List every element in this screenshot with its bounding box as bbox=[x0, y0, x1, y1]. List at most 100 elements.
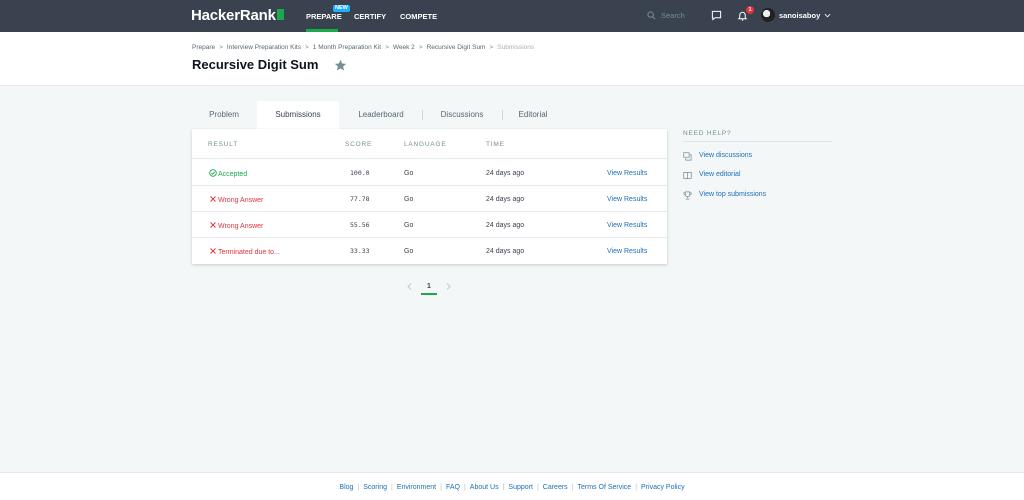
search-input[interactable]: Search bbox=[647, 10, 707, 22]
breadcrumb-current: Submissions bbox=[497, 44, 535, 51]
help-divider bbox=[683, 141, 832, 142]
tab-leaderboard[interactable]: Leaderboard bbox=[340, 101, 422, 129]
nav-compete[interactable]: COMPETE bbox=[400, 12, 437, 21]
header-result: RESULT bbox=[208, 141, 238, 148]
footer-link-faq[interactable]: FAQ bbox=[446, 484, 460, 491]
breadcrumb-separator-icon: > bbox=[418, 44, 423, 51]
view-results-link[interactable]: View Results bbox=[607, 221, 647, 230]
view-results-link[interactable]: View Results bbox=[607, 247, 647, 256]
nav-prepare[interactable]: PREPARE bbox=[306, 12, 342, 21]
check-circle-icon bbox=[209, 169, 217, 177]
result-text: Terminated due to... bbox=[218, 249, 280, 256]
time-cell: 24 days ago bbox=[486, 170, 525, 177]
score-cell: 100.0 bbox=[350, 169, 370, 177]
footer-links: Blog | Scoring | Environment | FAQ | About Us | Su… bbox=[0, 483, 1024, 492]
footer-separator: | bbox=[390, 484, 393, 491]
footer-separator: | bbox=[536, 484, 539, 491]
bookmark-star-icon[interactable] bbox=[334, 59, 347, 72]
breadcrumb-month-kit[interactable]: 1 Month Preparation Kit bbox=[313, 44, 381, 51]
header-time: TIME bbox=[486, 141, 505, 148]
hackerrank-logo[interactable]: HackerRank bbox=[191, 8, 284, 24]
footer-link-careers[interactable]: Careers bbox=[543, 484, 568, 491]
pagination-active-indicator bbox=[421, 293, 437, 295]
table-row-result[interactable]: Wrong Answer bbox=[209, 195, 263, 205]
search-icon bbox=[647, 11, 656, 20]
time-cell: 24 days ago bbox=[486, 196, 525, 203]
footer-link-support[interactable]: Support bbox=[508, 484, 533, 491]
search-placeholder: Search bbox=[661, 11, 685, 20]
footer-separator: | bbox=[463, 484, 466, 491]
breadcrumb-week[interactable]: Week 2 bbox=[393, 44, 415, 51]
language-cell: Go bbox=[404, 170, 414, 177]
logo-text: HackerRank bbox=[191, 7, 276, 24]
footer-link-blog[interactable]: Blog bbox=[339, 484, 353, 491]
help-link-label: View top submissions bbox=[699, 191, 767, 198]
footer-separator: | bbox=[502, 484, 505, 491]
chevron-right-icon[interactable] bbox=[444, 282, 452, 291]
breadcrumb-separator-icon: > bbox=[489, 44, 494, 51]
username[interactable]: sanoisaboy bbox=[779, 11, 820, 20]
language-cell: Go bbox=[404, 222, 414, 229]
footer-link-about-us[interactable]: About Us bbox=[470, 484, 499, 491]
help-link-label: View discussions bbox=[699, 152, 753, 159]
footer-separator: | bbox=[635, 484, 638, 491]
footer-link-terms[interactable]: Terms Of Service bbox=[578, 484, 632, 491]
footer-link-environment[interactable]: Environment bbox=[397, 484, 436, 491]
table-divider bbox=[192, 211, 667, 212]
footer-separator: | bbox=[571, 484, 574, 491]
discussion-icon bbox=[683, 152, 692, 161]
language-cell: Go bbox=[404, 248, 414, 255]
table-divider bbox=[192, 185, 667, 186]
table-divider bbox=[192, 237, 667, 238]
footer-separator: | bbox=[440, 484, 442, 491]
tab-editorial[interactable]: Editorial bbox=[503, 101, 563, 129]
tab-submissions[interactable]: Submissions bbox=[257, 101, 339, 129]
notification-count-badge: 1 bbox=[746, 6, 754, 14]
result-text: Accepted bbox=[218, 171, 248, 178]
time-cell: 24 days ago bbox=[486, 222, 525, 229]
logo-square-icon bbox=[276, 9, 284, 20]
chevron-down-icon[interactable] bbox=[824, 12, 831, 19]
chevron-left-icon[interactable] bbox=[406, 282, 414, 291]
view-results-link[interactable]: View Results bbox=[607, 195, 647, 204]
score-cell: 77.78 bbox=[350, 195, 370, 203]
book-icon bbox=[683, 171, 692, 180]
breadcrumb-separator-icon: > bbox=[219, 44, 223, 51]
page-title: Recursive Digit Sum bbox=[192, 57, 319, 72]
table-row-result[interactable]: Accepted bbox=[209, 169, 247, 179]
pagination-page[interactable]: 1 bbox=[421, 282, 437, 293]
breadcrumb: Prepare > Interview Preparation Kits >1 Mon… bbox=[192, 44, 534, 52]
help-title: NEED HELP? bbox=[683, 130, 732, 137]
help-link-label: View editorial bbox=[699, 171, 741, 178]
top-nav-bar bbox=[0, 0, 1024, 32]
close-icon bbox=[210, 196, 216, 202]
avatar[interactable] bbox=[761, 8, 775, 22]
messages-icon[interactable] bbox=[711, 10, 722, 21]
footer-separator: | bbox=[357, 484, 360, 491]
close-icon bbox=[210, 222, 216, 228]
header-score: SCORE bbox=[345, 141, 373, 148]
breadcrumb-prepare[interactable]: Prepare bbox=[192, 44, 215, 51]
result-text: Wrong Answer bbox=[218, 197, 264, 204]
tab-problem[interactable]: Problem bbox=[192, 101, 256, 129]
breadcrumb-separator-icon: > bbox=[385, 44, 389, 51]
table-row-result[interactable]: Terminated due to... bbox=[209, 247, 280, 257]
tab-discussions[interactable]: Discussions bbox=[423, 101, 501, 129]
time-cell: 24 days ago bbox=[486, 248, 525, 255]
footer-link-privacy[interactable]: Privacy Policy bbox=[641, 484, 685, 491]
nav-certify[interactable]: CERTIFY bbox=[354, 12, 386, 21]
score-cell: 55.56 bbox=[350, 221, 370, 229]
new-badge: NEW bbox=[333, 5, 350, 12]
header-language: LANGUAGE bbox=[404, 141, 447, 148]
breadcrumb-challenge[interactable]: Recursive Digit Sum bbox=[427, 44, 486, 51]
table-divider bbox=[192, 158, 667, 159]
footer-link-scoring[interactable]: Scoring bbox=[363, 484, 387, 491]
breadcrumb-interview-kits[interactable]: Interview Preparation Kits bbox=[227, 44, 301, 51]
language-cell: Go bbox=[404, 196, 414, 203]
table-row-result[interactable]: Wrong Answer bbox=[209, 221, 263, 231]
breadcrumb-separator-icon: > bbox=[304, 44, 309, 51]
result-text: Wrong Answer bbox=[218, 223, 264, 230]
score-cell: 33.33 bbox=[350, 247, 370, 255]
close-icon bbox=[210, 248, 216, 254]
view-results-link[interactable]: View Results bbox=[607, 169, 647, 178]
